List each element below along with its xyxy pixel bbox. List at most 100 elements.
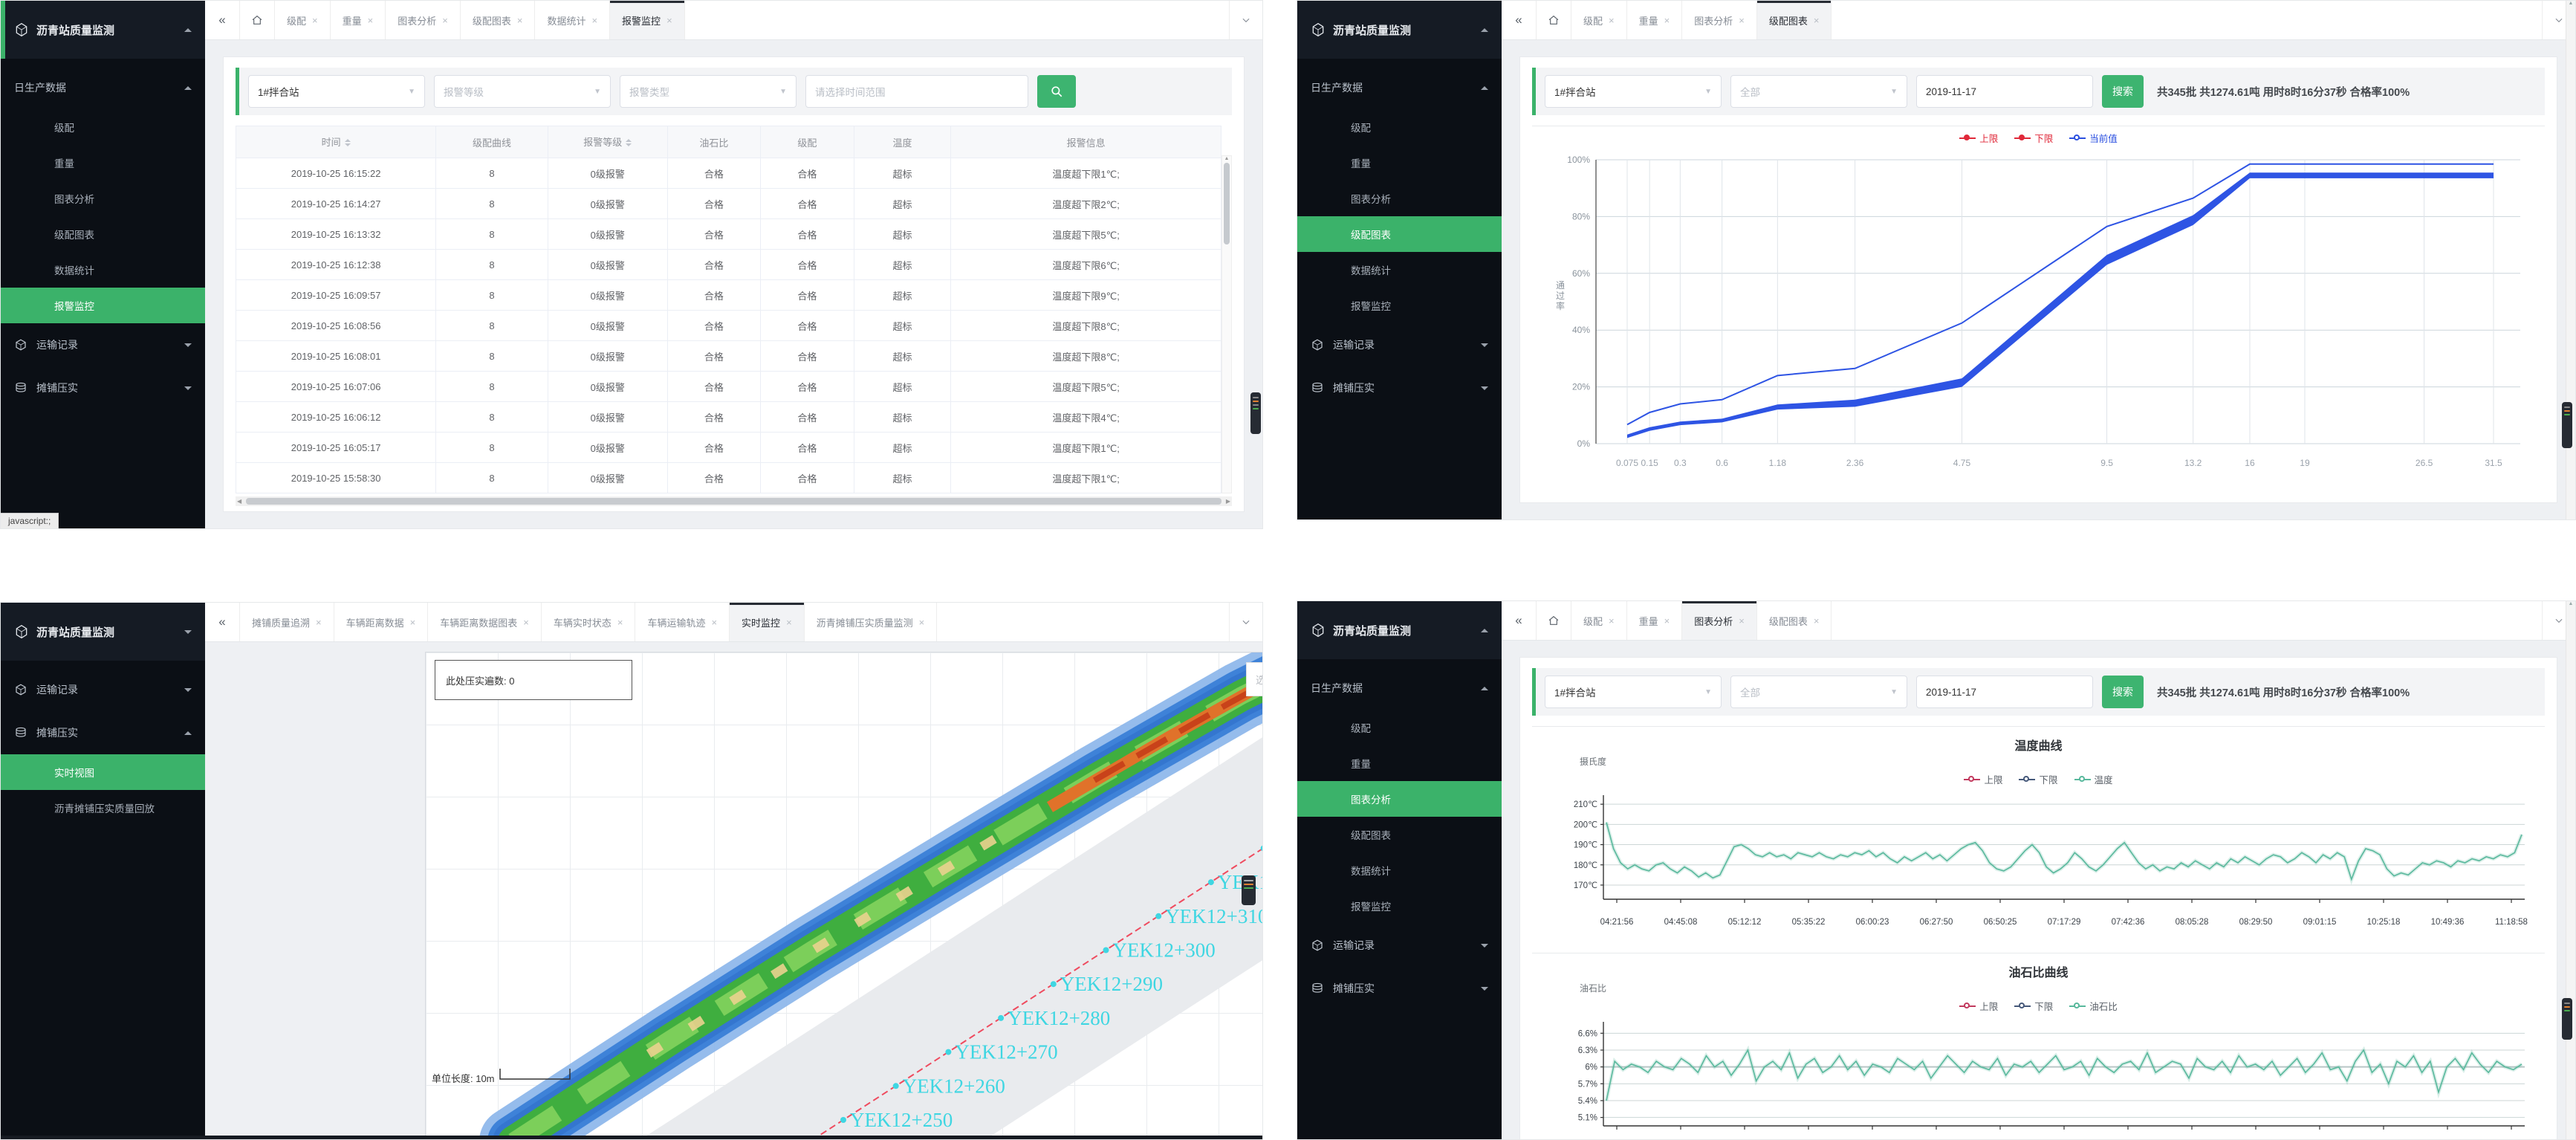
tab-item[interactable]: 重量× bbox=[1627, 1, 1683, 39]
app-title[interactable]: 沥青站质量监测 bbox=[1297, 1, 1502, 59]
close-icon[interactable]: × bbox=[786, 617, 792, 628]
legend-item[interactable]: 下限 bbox=[2014, 999, 2053, 1013]
station-select[interactable]: 1#拌合站▼ bbox=[248, 75, 425, 108]
legend-item[interactable]: 当前值 bbox=[2069, 131, 2118, 145]
sidebar-item[interactable]: 数据统计 bbox=[1297, 252, 1502, 288]
table-vertical-scrollbar[interactable]: ▲ bbox=[1222, 155, 1232, 493]
search-button[interactable]: 搜索 bbox=[2102, 676, 2144, 708]
close-icon[interactable]: × bbox=[368, 15, 374, 26]
sidebar-item[interactable]: 摊铺压实 bbox=[1297, 366, 1502, 409]
alarm-type-select[interactable]: 报警类型▼ bbox=[620, 75, 797, 108]
sidebar-item[interactable]: 级配图表 bbox=[1297, 216, 1502, 252]
station-select[interactable]: 1#拌合站▼ bbox=[1545, 676, 1722, 708]
station-select[interactable]: 1#拌合站▼ bbox=[1545, 75, 1722, 108]
tab-item[interactable]: 车辆距离数据图表× bbox=[428, 603, 542, 641]
tab-overflow-chevron-down-icon[interactable] bbox=[1229, 1, 1262, 39]
sidebar-item[interactable]: 数据统计 bbox=[1, 252, 205, 288]
search-button[interactable]: 搜索 bbox=[2102, 75, 2144, 108]
home-icon[interactable] bbox=[240, 1, 275, 39]
close-icon[interactable]: × bbox=[711, 617, 717, 628]
tab-item[interactable]: 重量× bbox=[331, 1, 386, 39]
sidebar-item[interactable]: 日生产数据 bbox=[1, 66, 205, 109]
close-icon[interactable]: × bbox=[1609, 15, 1615, 26]
collapse-sidebar-button[interactable]: « bbox=[205, 1, 240, 39]
close-icon[interactable]: × bbox=[523, 617, 529, 628]
time-range-input[interactable]: 请选择时间范围 bbox=[805, 75, 1028, 108]
app-title[interactable]: 沥青站质量监测 bbox=[1297, 601, 1502, 659]
close-icon[interactable]: × bbox=[442, 15, 448, 26]
scroll-minimap[interactable] bbox=[2562, 998, 2572, 1040]
close-icon[interactable]: × bbox=[617, 617, 623, 628]
sidebar-item[interactable]: 级配 bbox=[1, 109, 205, 145]
sidebar-item[interactable]: 报警监控 bbox=[1297, 888, 1502, 924]
scroll-thumb[interactable] bbox=[246, 498, 1222, 505]
sidebar-item[interactable]: 摊铺压实 bbox=[1297, 967, 1502, 1010]
paving-map[interactable]: YEK12+250YEK12+260YEK12+270YEK12+280YEK1… bbox=[425, 652, 1263, 1136]
tab-item[interactable]: 车辆运输轨迹× bbox=[635, 603, 730, 641]
collapse-sidebar-button[interactable]: « bbox=[1502, 1, 1537, 39]
tab-item[interactable]: 数据统计× bbox=[535, 1, 610, 39]
tab-item[interactable]: 车辆实时状态× bbox=[542, 603, 636, 641]
legend-item[interactable]: 上限 bbox=[1959, 999, 1998, 1013]
window-scrollbar[interactable]: ▲ bbox=[2566, 601, 2575, 1139]
tab-item[interactable]: 级配× bbox=[275, 1, 331, 39]
collapse-sidebar-button[interactable]: « bbox=[205, 603, 240, 641]
scroll-minimap[interactable] bbox=[2562, 402, 2572, 448]
close-icon[interactable]: × bbox=[1664, 615, 1670, 626]
scroll-left-icon[interactable]: ◀ bbox=[237, 498, 241, 505]
scroll-minimap[interactable] bbox=[1242, 875, 1256, 905]
sidebar-item[interactable]: 运输记录 bbox=[1297, 924, 1502, 967]
date-input[interactable]: 2019-11-17 bbox=[1916, 676, 2093, 708]
tab-item[interactable]: 级配× bbox=[1571, 601, 1627, 640]
sort-icons[interactable] bbox=[345, 136, 351, 149]
sidebar-item[interactable]: 级配 bbox=[1297, 109, 1502, 145]
roller-select[interactable]: 选择跟踪压路机▼ bbox=[1246, 662, 1263, 696]
app-title[interactable]: 沥青站质量监测 bbox=[1, 1, 205, 59]
tab-item[interactable]: 图表分析× bbox=[1682, 1, 1757, 39]
tab-item[interactable]: 沥青摊铺压实质量监测× bbox=[805, 603, 938, 641]
close-icon[interactable]: × bbox=[1739, 15, 1745, 26]
scroll-minimap[interactable] bbox=[1250, 392, 1261, 434]
sidebar-item[interactable]: 级配图表 bbox=[1, 216, 205, 252]
home-icon[interactable] bbox=[1537, 601, 1571, 640]
scope-select[interactable]: 全部▼ bbox=[1730, 75, 1907, 108]
sidebar-item[interactable]: 日生产数据 bbox=[1297, 66, 1502, 109]
sidebar-item[interactable]: 报警监控 bbox=[1, 288, 205, 323]
scroll-up-icon[interactable]: ▲ bbox=[1224, 156, 1230, 161]
tab-item[interactable]: 图表分析× bbox=[1682, 601, 1757, 640]
sidebar-item[interactable]: 摊铺压实 bbox=[1, 366, 205, 409]
tab-item[interactable]: 摊铺质量追溯× bbox=[240, 603, 334, 641]
scroll-right-icon[interactable]: ▶ bbox=[1226, 498, 1230, 505]
close-icon[interactable]: × bbox=[312, 15, 318, 26]
sidebar-item[interactable]: 运输记录 bbox=[1, 668, 205, 711]
sidebar-item[interactable]: 重量 bbox=[1, 145, 205, 181]
column-header[interactable]: 报警等级 bbox=[548, 126, 667, 158]
legend-item[interactable]: 温度 bbox=[2074, 772, 2113, 786]
sidebar-item[interactable]: 图表分析 bbox=[1, 181, 205, 216]
tab-item[interactable]: 级配图表× bbox=[1757, 601, 1832, 640]
tab-item[interactable]: 实时监控× bbox=[730, 603, 805, 641]
sidebar-item[interactable]: 级配 bbox=[1297, 710, 1502, 745]
table-horizontal-scrollbar[interactable]: ◀▶ bbox=[236, 496, 1232, 506]
close-icon[interactable]: × bbox=[666, 15, 672, 26]
date-input[interactable]: 2019-11-17 bbox=[1916, 75, 2093, 108]
close-icon[interactable]: × bbox=[316, 617, 322, 628]
sidebar-item[interactable]: 数据统计 bbox=[1297, 852, 1502, 888]
home-icon[interactable] bbox=[1537, 1, 1571, 39]
app-title[interactable]: 沥青站质量监测 bbox=[1, 603, 205, 661]
close-icon[interactable]: × bbox=[517, 15, 523, 26]
tab-overflow-chevron-down-icon[interactable] bbox=[1229, 603, 1262, 641]
legend-item[interactable]: 上限 bbox=[1959, 131, 1998, 145]
close-icon[interactable]: × bbox=[1609, 615, 1615, 626]
close-icon[interactable]: × bbox=[1814, 15, 1820, 26]
sort-icons[interactable] bbox=[626, 136, 632, 149]
scope-select[interactable]: 全部▼ bbox=[1730, 676, 1907, 708]
close-icon[interactable]: × bbox=[919, 617, 925, 628]
search-button[interactable] bbox=[1037, 75, 1076, 108]
sidebar-item[interactable]: 沥青摊铺压实质量回放 bbox=[1, 790, 205, 826]
tab-item[interactable]: 车辆距离数据× bbox=[334, 603, 429, 641]
close-icon[interactable]: × bbox=[410, 617, 416, 628]
sidebar-item[interactable]: 日生产数据 bbox=[1297, 667, 1502, 710]
sidebar-item[interactable]: 运输记录 bbox=[1297, 323, 1502, 366]
legend-item[interactable]: 上限 bbox=[1964, 772, 2002, 786]
